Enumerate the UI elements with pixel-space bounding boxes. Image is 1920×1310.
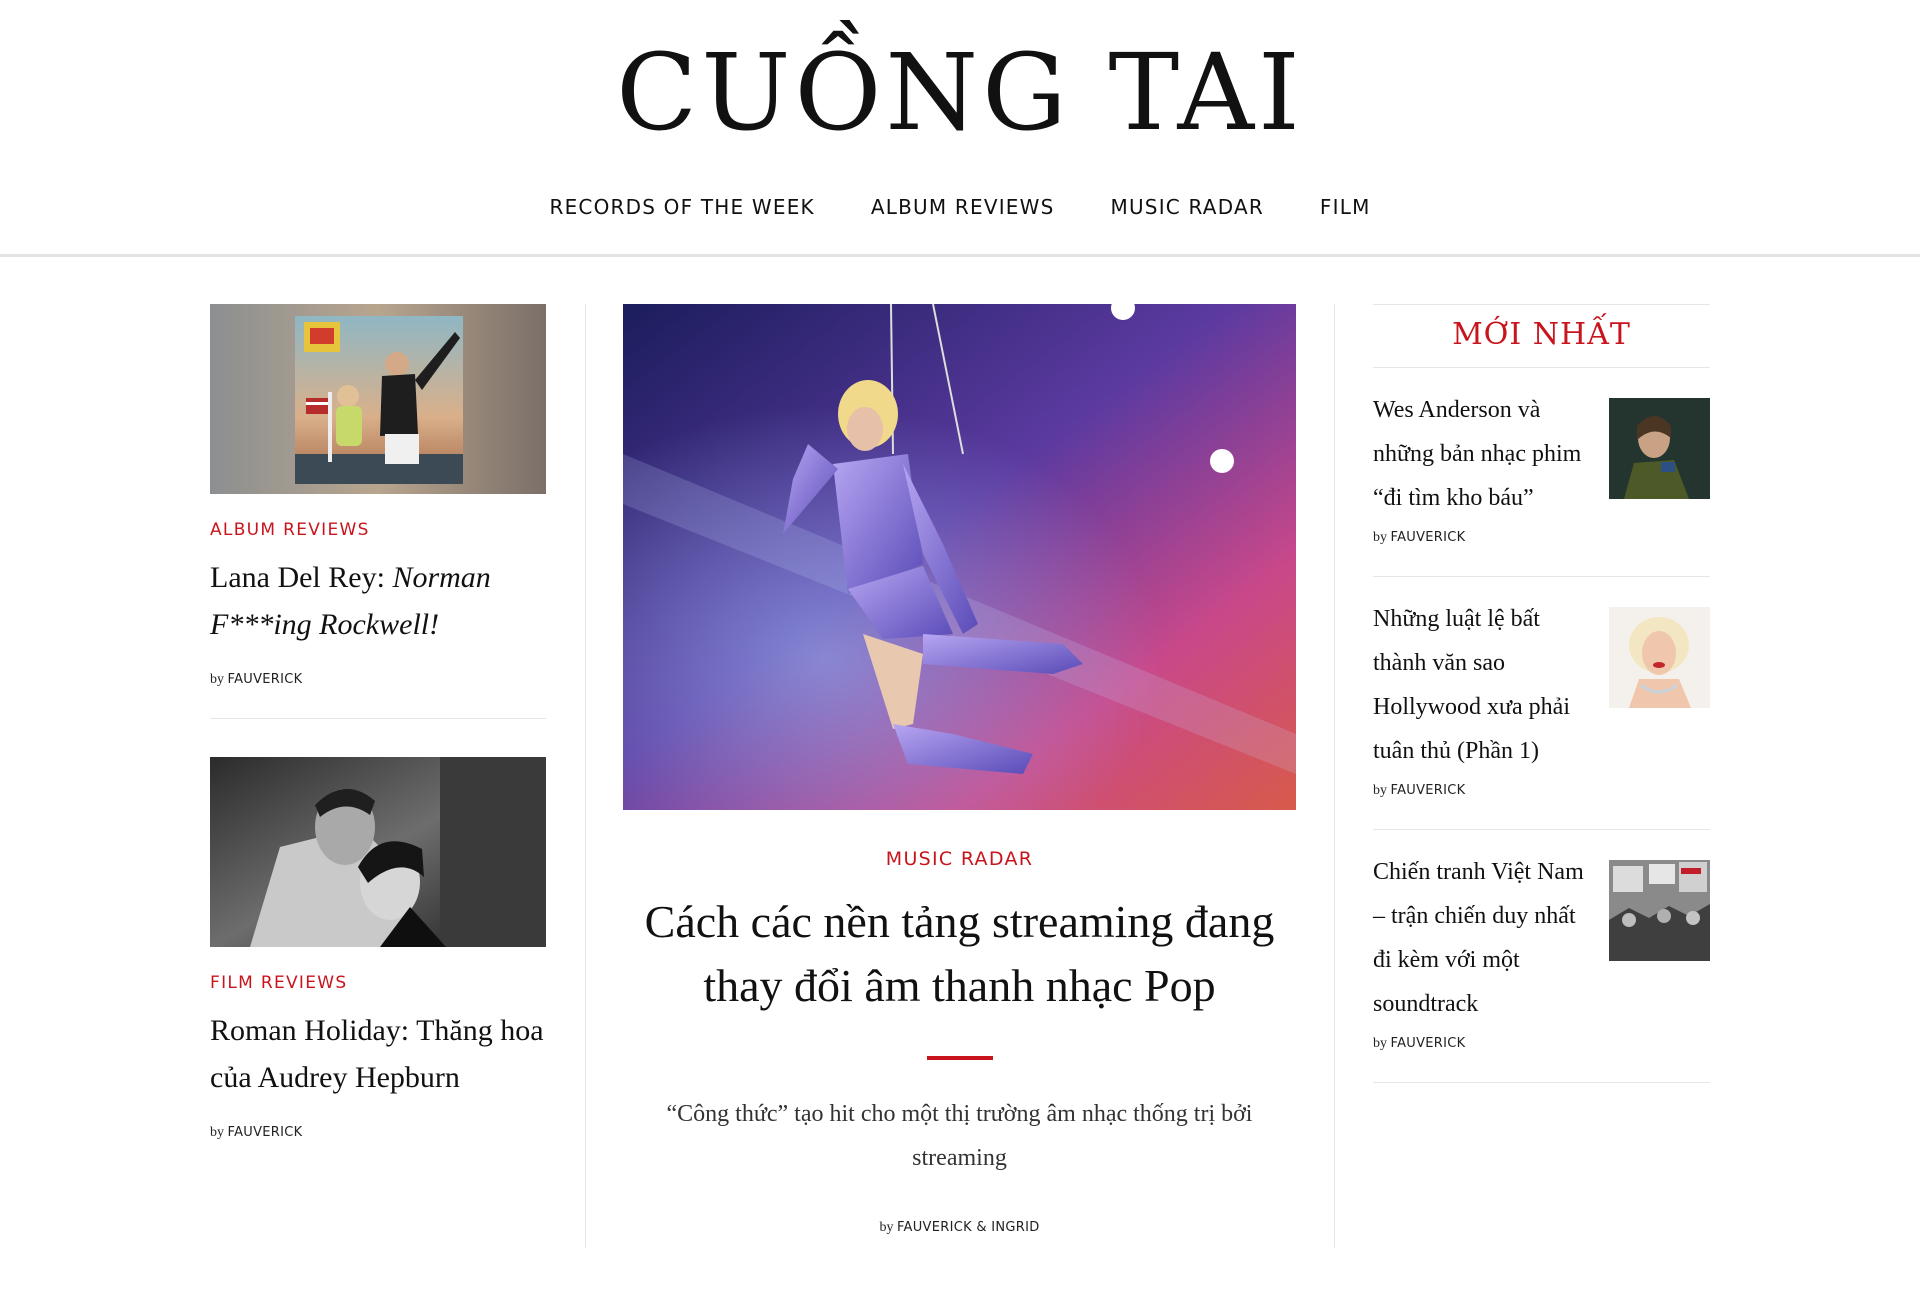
latest-heading: MỚI NHẤT <box>1452 317 1631 352</box>
sidebar-item-divider <box>1373 1082 1710 1083</box>
byline-by: by <box>210 1125 224 1140</box>
nav-album-reviews[interactable]: ALBUM REVIEWS <box>871 195 1055 219</box>
card-divider <box>210 718 546 719</box>
byline-author[interactable]: FAUVERICK <box>228 1125 303 1140</box>
site-logo[interactable]: CUỒNG TAI <box>0 38 1920 148</box>
byline-author[interactable]: FAUVERICK & INGRID <box>897 1220 1040 1235</box>
article-byline: by FAUVERICK <box>1373 530 1710 576</box>
article-byline: by FAUVERICK <box>1373 1036 1710 1082</box>
byline-author[interactable]: FAUVERICK <box>228 672 303 687</box>
latest-item-thumbnail[interactable] <box>1609 398 1710 499</box>
latest-posts-sidebar: MỚI NHẤT Wes Anderson và những bản nhạc … <box>1373 304 1710 1083</box>
main-nav: RECORDS OF THE WEEK ALBUM REVIEWS MUSIC … <box>0 190 1920 224</box>
latest-item-thumbnail[interactable] <box>1609 860 1710 961</box>
nav-records-of-the-week[interactable]: RECORDS OF THE WEEK <box>549 195 814 219</box>
article-byline: by FAUVERICK <box>210 1125 546 1141</box>
article-card-roman-holiday: FILM REVIEWS Roman Holiday: Thăng hoa củ… <box>210 757 546 1141</box>
category-link-album-reviews[interactable]: ALBUM REVIEWS <box>210 520 546 540</box>
column-divider-right <box>1334 304 1335 1248</box>
latest-item: Wes Anderson và những bản nhạc phim “đi … <box>1373 368 1710 576</box>
byline-author[interactable]: FAUVERICK <box>1391 530 1466 545</box>
featured-article: MUSIC RADAR Cách các nền tảng streaming … <box>623 304 1296 1236</box>
article-byline: by FAUVERICK & INGRID <box>623 1220 1296 1236</box>
byline-by: by <box>1373 530 1387 545</box>
column-divider-left <box>585 304 586 1248</box>
category-link-music-radar[interactable]: MUSIC RADAR <box>623 848 1296 870</box>
portrait-image <box>1609 398 1710 499</box>
album-cover-image <box>210 304 546 494</box>
byline-by: by <box>879 1220 894 1235</box>
byline-by: by <box>210 672 224 687</box>
protest-photo-image <box>1609 860 1710 961</box>
byline-by: by <box>1373 783 1387 798</box>
byline-by: by <box>1373 1036 1387 1051</box>
article-title-plain: Lana Del Rey: <box>210 561 393 594</box>
title-accent-divider <box>926 1056 993 1060</box>
article-byline: by FAUVERICK <box>210 672 546 688</box>
nav-film[interactable]: FILM <box>1320 195 1371 219</box>
article-thumbnail-roman-holiday[interactable] <box>210 757 546 947</box>
latest-item-thumbnail[interactable] <box>1609 607 1710 708</box>
article-card-lana-del-rey: ALBUM REVIEWS Lana Del Rey: Norman F***i… <box>210 304 546 688</box>
latest-item: Chiến tranh Việt Nam – trận chiến duy nh… <box>1373 830 1710 1082</box>
article-title-roman-holiday[interactable]: Roman Holiday: Thăng hoa của Audrey Hepb… <box>210 1007 546 1101</box>
latest-item-title[interactable]: Wes Anderson và những bản nhạc phim “đi … <box>1373 368 1598 520</box>
featured-article-excerpt: “Công thức” tạo hit cho một thị trường â… <box>666 1101 1253 1171</box>
category-link-film-reviews[interactable]: FILM REVIEWS <box>210 973 546 993</box>
byline-author[interactable]: FAUVERICK <box>1391 783 1466 798</box>
portrait-image <box>1609 607 1710 708</box>
article-title-lana-del-rey[interactable]: Lana Del Rey: Norman F***ing Rockwell! <box>210 554 546 648</box>
byline-author[interactable]: FAUVERICK <box>1391 1036 1466 1051</box>
latest-item-title[interactable]: Những luật lệ bất thành văn sao Hollywoo… <box>1373 577 1598 773</box>
header-divider <box>0 254 1920 257</box>
film-still-image <box>210 757 546 947</box>
featured-article-image[interactable] <box>623 304 1296 810</box>
latest-item: Những luật lệ bất thành văn sao Hollywoo… <box>1373 577 1710 829</box>
nav-music-radar[interactable]: MUSIC RADAR <box>1111 195 1264 219</box>
concert-performer-image <box>623 304 1296 810</box>
featured-article-title[interactable]: Cách các nền tảng streaming đang thay đổ… <box>623 890 1296 1018</box>
article-byline: by FAUVERICK <box>1373 783 1710 829</box>
article-thumbnail-lana-del-rey[interactable] <box>210 304 546 494</box>
latest-item-title[interactable]: Chiến tranh Việt Nam – trận chiến duy nh… <box>1373 830 1598 1026</box>
